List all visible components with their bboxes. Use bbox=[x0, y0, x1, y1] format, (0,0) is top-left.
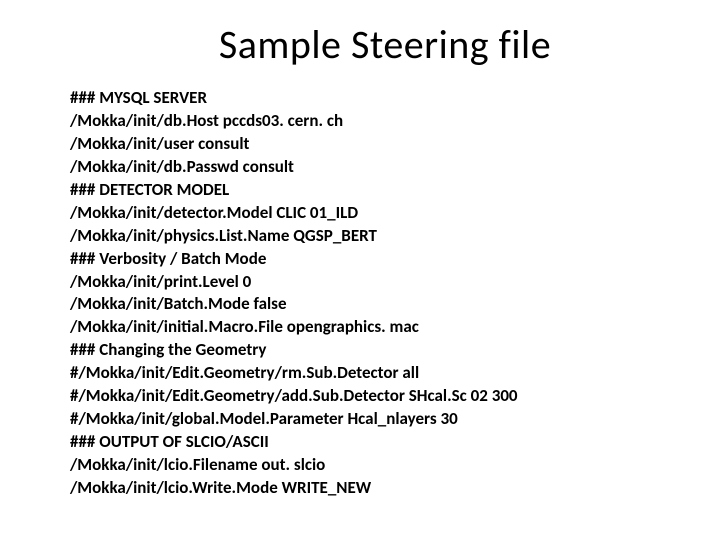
content-line: /Mokka/init/Batch.Mode false bbox=[70, 293, 650, 316]
content-line: /Mokka/init/print.Level 0 bbox=[70, 271, 650, 294]
content-line: #/Mokka/init/global.Model.Parameter Hcal… bbox=[70, 408, 650, 431]
content-line: /Mokka/init/db.Host pccds03. cern. ch bbox=[70, 110, 650, 133]
content-line: /Mokka/init/initial.Macro.File opengraph… bbox=[70, 316, 650, 339]
content-line: ### DETECTOR MODEL bbox=[70, 179, 650, 202]
content-line: /Mokka/init/lcio.Write.Mode WRITE_NEW bbox=[70, 477, 650, 500]
content-line: /Mokka/init/lcio.Filename out. slcio bbox=[70, 454, 650, 477]
content-line: /Mokka/init/user consult bbox=[70, 133, 650, 156]
content-line: #/Mokka/init/Edit.Geometry/add.Sub.Detec… bbox=[70, 385, 650, 408]
content-line: /Mokka/init/db.Passwd consult bbox=[70, 156, 650, 179]
page-title: Sample Steering file bbox=[120, 20, 650, 69]
steering-file-content: ### MYSQL SERVER /Mokka/init/db.Host pcc… bbox=[70, 87, 650, 500]
content-line: ### Changing the Geometry bbox=[70, 339, 650, 362]
slide: Sample Steering file ### MYSQL SERVER /M… bbox=[0, 0, 720, 540]
content-line: /Mokka/init/detector.Model CLIC 01_ILD bbox=[70, 202, 650, 225]
content-line: ### MYSQL SERVER bbox=[70, 87, 650, 110]
content-line: ### OUTPUT OF SLCIO/ASCII bbox=[70, 431, 650, 454]
content-line: /Mokka/init/physics.List.Name QGSP_BERT bbox=[70, 225, 650, 248]
content-line: ### Verbosity / Batch Mode bbox=[70, 248, 650, 271]
content-line: #/Mokka/init/Edit.Geometry/rm.Sub.Detect… bbox=[70, 362, 650, 385]
